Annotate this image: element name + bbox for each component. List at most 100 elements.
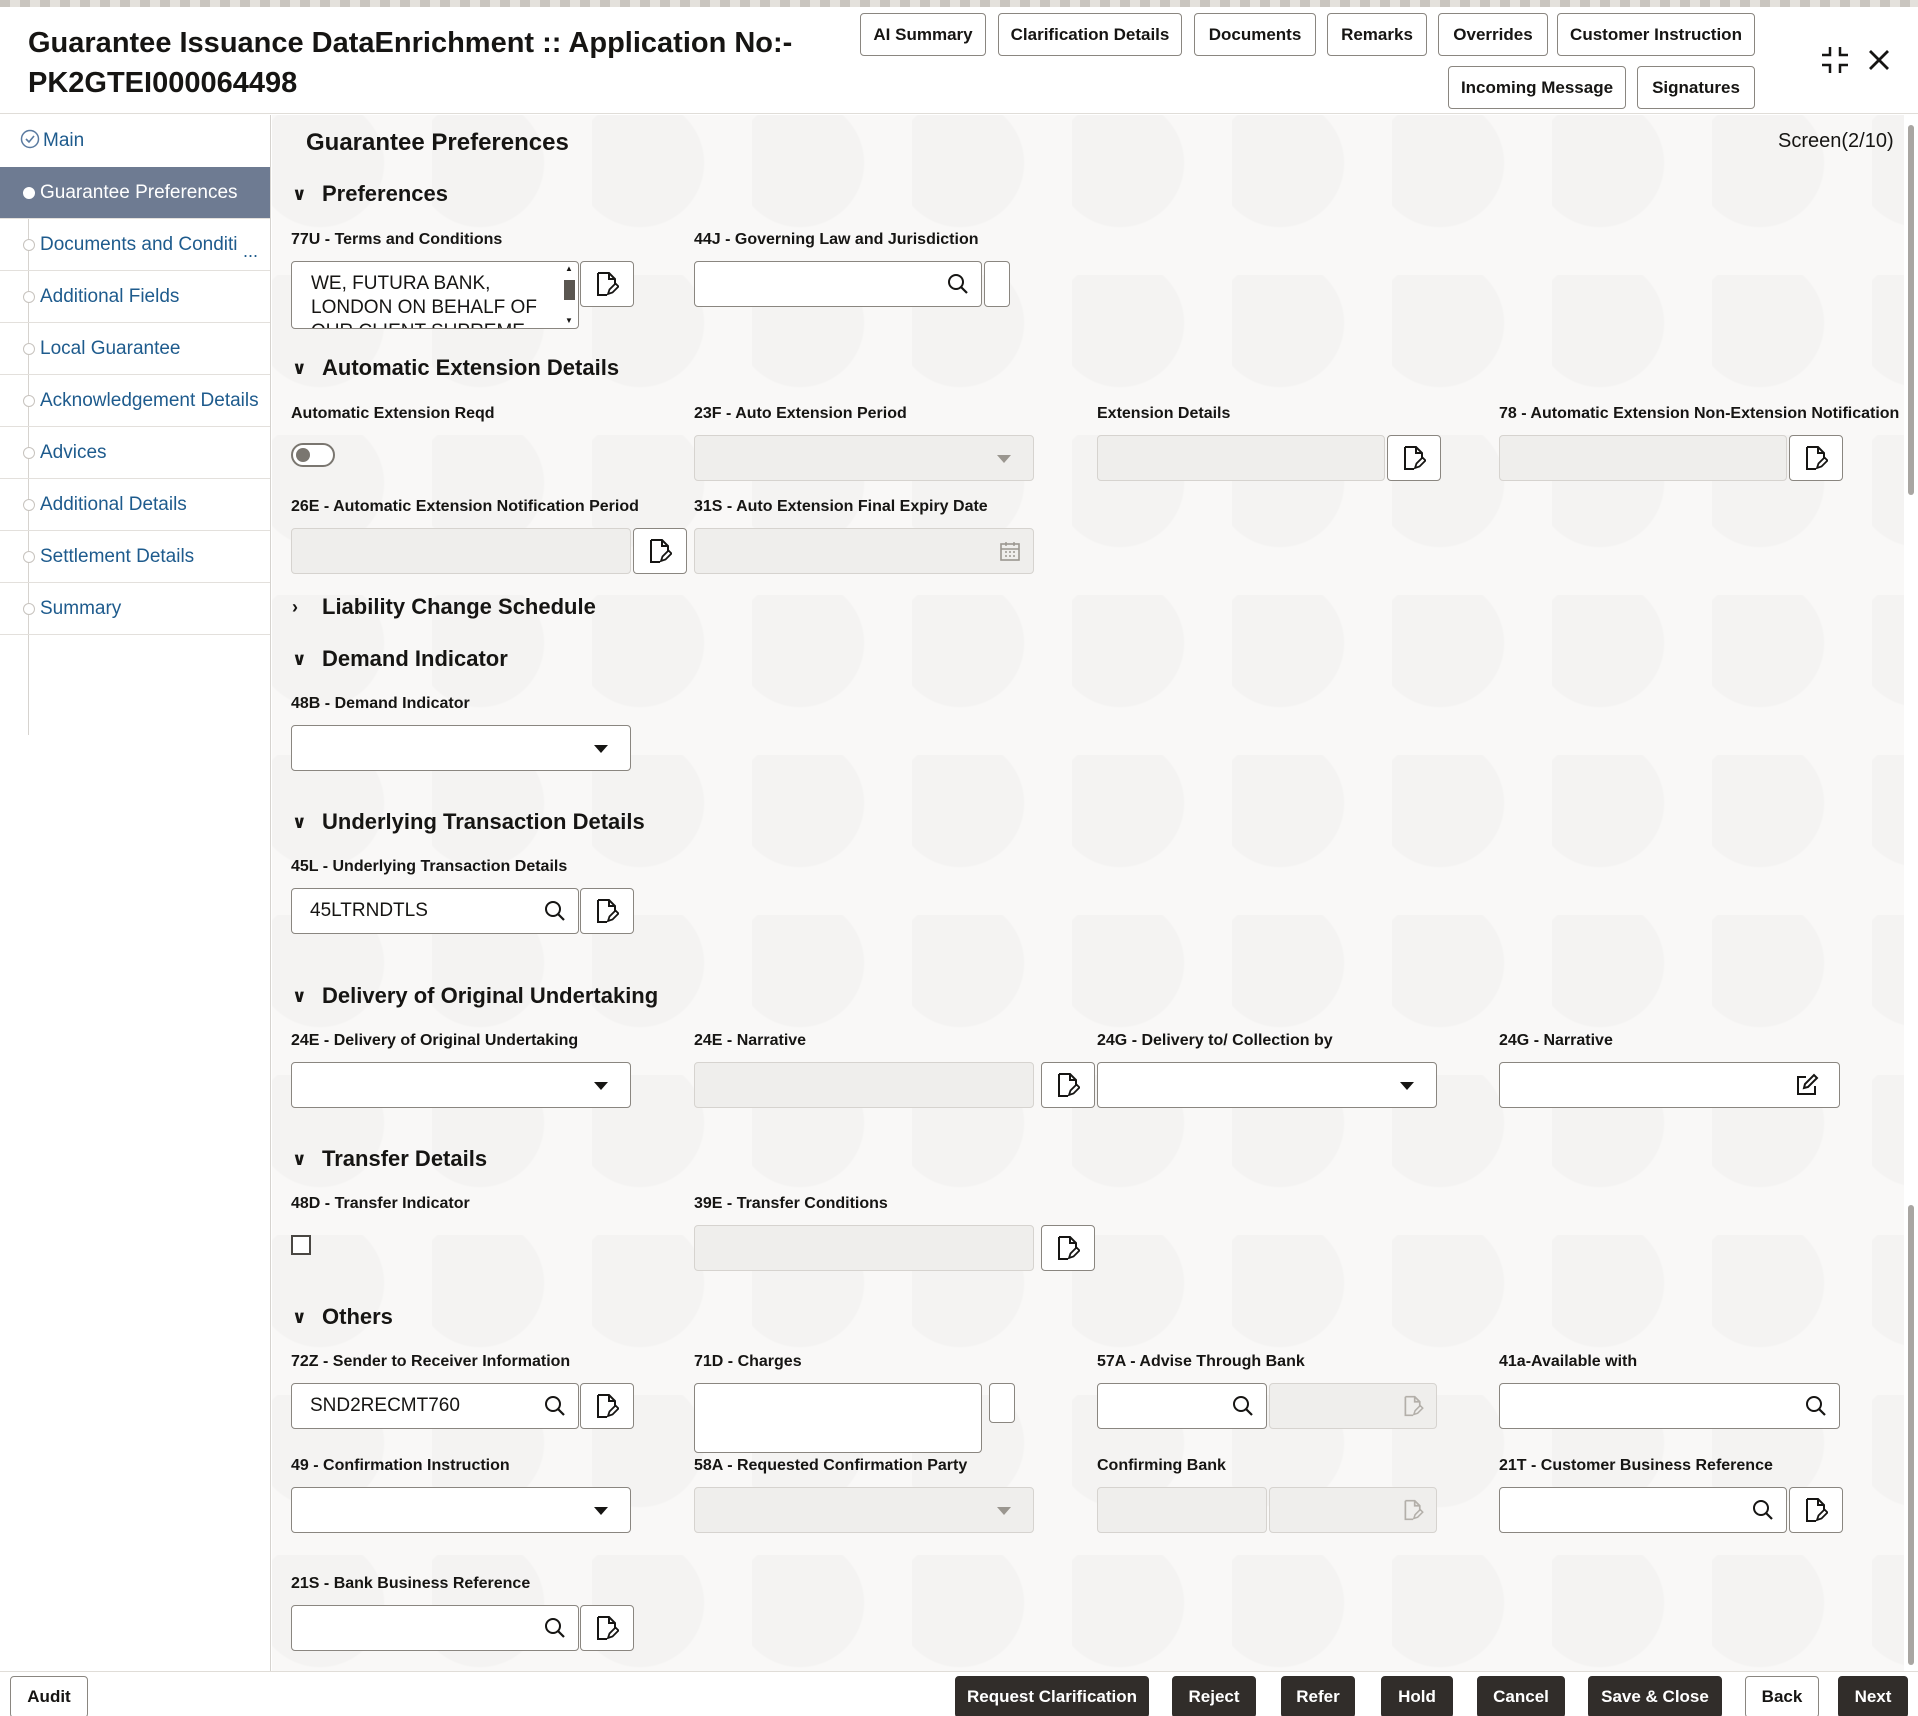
auto-extension-toggle[interactable]: [291, 443, 335, 467]
governing-law-extra-field[interactable]: [984, 261, 1010, 307]
section-underlying-transaction[interactable]: ∨ Underlying Transaction Details: [292, 809, 645, 835]
search-icon[interactable]: [544, 900, 566, 922]
reject-button[interactable]: Reject: [1172, 1676, 1256, 1716]
section-automatic-extension[interactable]: ∨ Automatic Extension Details: [292, 355, 619, 381]
notification-period-edit-button[interactable]: [633, 528, 687, 574]
search-icon[interactable]: [1805, 1395, 1827, 1417]
customer-instruction-button[interactable]: Customer Instruction: [1557, 13, 1755, 56]
incoming-message-button[interactable]: Incoming Message: [1448, 66, 1626, 109]
charges-textarea[interactable]: [694, 1383, 982, 1453]
documents-button[interactable]: Documents: [1194, 13, 1316, 56]
transfer-conditions-input[interactable]: [694, 1225, 1034, 1271]
remarks-button[interactable]: Remarks: [1327, 13, 1427, 56]
customer-business-reference-edit-button[interactable]: [1789, 1487, 1843, 1533]
sidebar-item-documents-and-conditions[interactable]: Documents and Conditi ...: [0, 219, 270, 271]
cancel-button[interactable]: Cancel: [1477, 1676, 1565, 1716]
back-button[interactable]: Back: [1745, 1676, 1819, 1716]
narrative-24g-input[interactable]: [1499, 1062, 1840, 1108]
extension-details-edit-button[interactable]: [1387, 435, 1441, 481]
transfer-conditions-edit-button[interactable]: [1041, 1225, 1095, 1271]
narrative-24e-edit-button[interactable]: [1041, 1062, 1095, 1108]
clarification-details-button[interactable]: Clarification Details: [998, 13, 1182, 56]
section-preferences[interactable]: ∨ Preferences: [292, 181, 448, 207]
scrollbar-thumb-top[interactable]: [1908, 125, 1914, 495]
underlying-transaction-input[interactable]: 45LTRNDTLS: [291, 888, 579, 934]
signatures-button[interactable]: Signatures: [1637, 66, 1755, 109]
narrative-24g-label: 24G - Narrative: [1499, 1032, 1613, 1049]
narrative-24e-input[interactable]: [694, 1062, 1034, 1108]
requested-confirmation-party-select[interactable]: [694, 1487, 1034, 1533]
main-scrollbar[interactable]: [1904, 115, 1918, 1671]
document-edit-icon: [1404, 1395, 1424, 1417]
request-clarification-button[interactable]: Request Clarification: [955, 1676, 1149, 1716]
sidebar-item-additional-details[interactable]: Additional Details: [0, 479, 270, 531]
demand-indicator-select[interactable]: [291, 725, 631, 771]
search-icon[interactable]: [1232, 1395, 1254, 1417]
advise-through-bank-input[interactable]: [1097, 1383, 1267, 1429]
audit-button[interactable]: Audit: [10, 1676, 88, 1716]
sender-receiver-input[interactable]: SND2RECMT760: [291, 1383, 579, 1429]
scroll-thumb[interactable]: [564, 280, 575, 300]
search-icon[interactable]: [544, 1617, 566, 1639]
ai-summary-button[interactable]: AI Summary: [860, 13, 986, 56]
next-button[interactable]: Next: [1838, 1676, 1908, 1716]
delivery-original-select[interactable]: [291, 1062, 631, 1108]
section-transfer-details[interactable]: ∨ Transfer Details: [292, 1146, 487, 1172]
terms-text-line: OUR CLIENT SUPREME: [311, 320, 537, 328]
calendar-icon[interactable]: [999, 540, 1021, 562]
sidebar-item-acknowledgement-details[interactable]: Acknowledgement Details: [0, 375, 270, 427]
refer-button[interactable]: Refer: [1281, 1676, 1355, 1716]
final-expiry-date-input[interactable]: [694, 528, 1034, 574]
search-icon[interactable]: [544, 1395, 566, 1417]
sidebar-item-summary[interactable]: Summary: [0, 583, 270, 635]
section-demand-indicator[interactable]: ∨ Demand Indicator: [292, 646, 508, 672]
bank-business-reference-edit-button[interactable]: [580, 1605, 634, 1651]
non-extension-notification-input[interactable]: [1499, 435, 1787, 481]
sidebar-item-guarantee-preferences[interactable]: Guarantee Preferences: [0, 167, 270, 219]
header: Guarantee Issuance DataEnrichment :: App…: [0, 7, 1918, 114]
textarea-scrollbar[interactable]: ▲ ▼: [562, 264, 576, 326]
available-with-input[interactable]: [1499, 1383, 1840, 1429]
sidebar-item-advices[interactable]: Advices: [0, 427, 270, 479]
auto-extension-period-select[interactable]: [694, 435, 1034, 481]
delivery-original-label: 24E - Delivery of Original Undertaking: [291, 1032, 579, 1049]
transfer-indicator-checkbox[interactable]: [291, 1235, 311, 1255]
sidebar-item-main[interactable]: Main: [0, 115, 270, 167]
bank-business-reference-input[interactable]: [291, 1605, 579, 1651]
step-dot-icon: [23, 551, 35, 563]
search-icon[interactable]: [1752, 1499, 1774, 1521]
sidebar-item-settlement-details[interactable]: Settlement Details: [0, 531, 270, 583]
overrides-button[interactable]: Overrides: [1438, 13, 1548, 56]
terms-edit-button[interactable]: [580, 261, 634, 307]
sender-receiver-edit-button[interactable]: [580, 1383, 634, 1429]
non-extension-notification-edit-button[interactable]: [1789, 435, 1843, 481]
chevron-down-icon: [997, 455, 1011, 463]
scrollbar-thumb-bottom[interactable]: [1908, 1205, 1914, 1665]
search-icon[interactable]: [947, 273, 969, 295]
sidebar-item-local-guarantee[interactable]: Local Guarantee: [0, 323, 270, 375]
advise-through-bank-details[interactable]: [1269, 1383, 1437, 1429]
terms-textarea[interactable]: WE, FUTURA BANK, LONDON ON BEHALF OF OUR…: [291, 261, 579, 329]
sidebar-item-additional-fields[interactable]: Additional Fields: [0, 271, 270, 323]
customer-business-reference-input[interactable]: [1499, 1487, 1787, 1533]
section-delivery-original-undertaking[interactable]: ∨ Delivery of Original Undertaking: [292, 983, 658, 1009]
charges-extra-field[interactable]: [989, 1383, 1015, 1423]
sender-receiver-value: SND2RECMT760: [310, 1395, 460, 1416]
minimize-icon[interactable]: [1820, 45, 1850, 75]
notification-period-input[interactable]: [291, 528, 631, 574]
scroll-up-icon[interactable]: ▲: [565, 264, 573, 273]
scroll-down-icon[interactable]: ▼: [565, 316, 573, 325]
confirming-bank-input[interactable]: [1097, 1487, 1267, 1533]
governing-law-input[interactable]: [694, 261, 982, 307]
close-icon[interactable]: [1864, 45, 1894, 75]
hold-button[interactable]: Hold: [1381, 1676, 1453, 1716]
edit-icon[interactable]: [1795, 1073, 1819, 1097]
confirming-bank-details[interactable]: [1269, 1487, 1437, 1533]
confirmation-instruction-select[interactable]: [291, 1487, 631, 1533]
extension-details-input[interactable]: [1097, 435, 1385, 481]
delivery-to-select[interactable]: [1097, 1062, 1437, 1108]
section-others[interactable]: ∨ Others: [292, 1304, 393, 1330]
section-liability-change-schedule[interactable]: › Liability Change Schedule: [292, 594, 596, 620]
save-close-button[interactable]: Save & Close: [1588, 1676, 1722, 1716]
underlying-transaction-edit-button[interactable]: [580, 888, 634, 934]
